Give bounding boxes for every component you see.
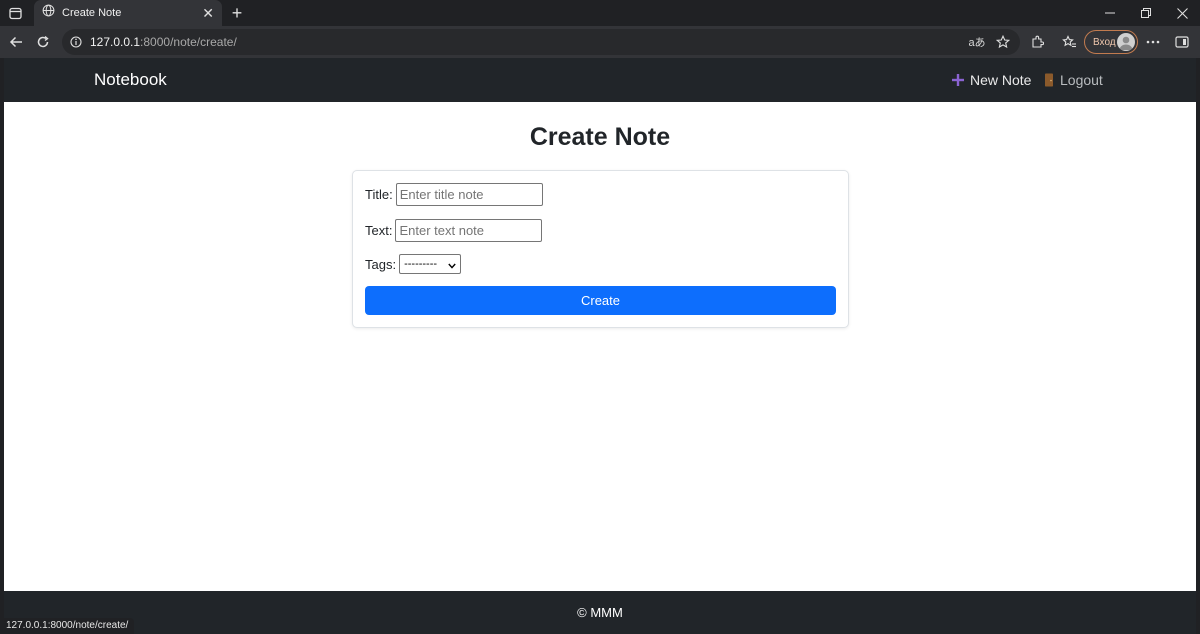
- close-tab-icon[interactable]: ✕: [202, 6, 214, 20]
- new-tab-button[interactable]: +: [226, 2, 248, 24]
- browser-toolbar: 127.0.0.1:8000/note/create/ aあ Вход: [0, 26, 1200, 58]
- globe-icon: [42, 4, 55, 22]
- site-info-icon[interactable]: [68, 34, 84, 50]
- navbar-brand[interactable]: Notebook: [94, 70, 167, 90]
- create-note-form: Title: Text: Tags: --------- Create: [352, 170, 849, 328]
- extensions-icon[interactable]: [1026, 31, 1048, 53]
- page-title: Create Note: [529, 123, 671, 151]
- browser-tab-strip: Create Note ✕ +: [0, 0, 1200, 26]
- site-navbar: Notebook New Note Logout: [4, 58, 1196, 102]
- profile-label: Вход: [1093, 36, 1116, 48]
- tags-field-row: Tags: ---------: [365, 254, 462, 274]
- title-field-row: Title:: [365, 183, 543, 206]
- status-bar-url: 127.0.0.1:8000/note/create/: [0, 618, 135, 634]
- chevron-down-icon: [448, 260, 456, 272]
- minimize-icon[interactable]: [1092, 0, 1128, 26]
- translate-icon[interactable]: aあ: [968, 33, 986, 51]
- page-viewport: Notebook New Note Logout Create Note Tit…: [4, 58, 1196, 634]
- plus-icon: [952, 74, 964, 86]
- url-text: 127.0.0.1:8000/note/create/: [90, 35, 237, 49]
- new-note-label: New Note: [970, 72, 1032, 88]
- close-window-icon[interactable]: [1164, 0, 1200, 26]
- sidebar-toggle-icon[interactable]: [1171, 31, 1193, 53]
- new-note-link[interactable]: New Note: [952, 72, 1031, 88]
- text-label: Text:: [365, 223, 393, 238]
- favorite-star-icon[interactable]: [994, 33, 1012, 51]
- avatar: [1117, 33, 1135, 51]
- tags-select[interactable]: ---------: [399, 254, 462, 274]
- text-input[interactable]: [395, 219, 543, 242]
- site-footer: © MMM: [4, 591, 1196, 634]
- tags-selected-value: ---------: [404, 258, 438, 270]
- address-bar[interactable]: 127.0.0.1:8000/note/create/ aあ: [62, 29, 1020, 55]
- title-label: Title:: [365, 187, 393, 202]
- browser-tab-active[interactable]: Create Note ✕: [34, 0, 222, 26]
- tab-actions-menu-icon[interactable]: [0, 0, 30, 26]
- tags-label: Tags:: [365, 256, 397, 272]
- url-host: 127.0.0.1: [90, 35, 141, 49]
- reload-icon[interactable]: [31, 31, 55, 53]
- text-field-row: Text:: [365, 219, 543, 242]
- door-icon: [1044, 73, 1054, 87]
- title-input[interactable]: [395, 183, 543, 206]
- url-path: :8000/note/create/: [140, 35, 237, 49]
- restore-icon[interactable]: [1128, 0, 1164, 26]
- favorites-icon[interactable]: [1058, 31, 1080, 53]
- profile-signin-button[interactable]: Вход: [1084, 30, 1138, 54]
- tab-title: Create Note: [62, 7, 122, 19]
- window-controls: [1092, 0, 1200, 26]
- back-arrow-icon[interactable]: [4, 31, 28, 53]
- footer-copyright: © MMM: [577, 605, 623, 620]
- create-button[interactable]: Create: [365, 286, 836, 315]
- logout-label: Logout: [1060, 72, 1103, 88]
- more-options-icon[interactable]: [1142, 31, 1164, 53]
- logout-link[interactable]: Logout: [1044, 72, 1103, 88]
